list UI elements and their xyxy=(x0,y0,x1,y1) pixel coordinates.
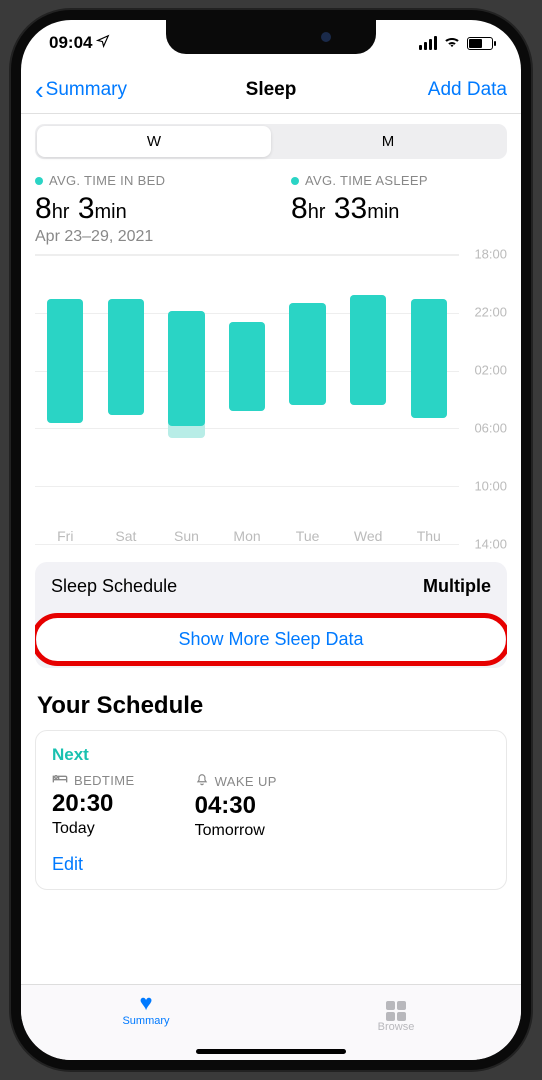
your-schedule-heading: Your Schedule xyxy=(37,692,505,720)
bed-icon xyxy=(52,773,68,788)
schedule-card: Next BEDTIME 20:30 Today xyxy=(35,730,507,890)
sleep-chart[interactable]: 18:0022:0002:0006:0010:0014:00 FriSatSun… xyxy=(35,254,507,544)
edit-schedule-button[interactable]: Edit xyxy=(52,854,490,875)
asleep-min: 33 xyxy=(334,192,367,225)
inbed-min: 3 xyxy=(78,192,95,225)
wakeup-block: WAKE UP 04:30 Tomorrow xyxy=(195,773,277,840)
date-range: Apr 23–29, 2021 xyxy=(35,228,507,246)
back-button[interactable]: ‹ Summary xyxy=(35,77,127,103)
bar-asleep xyxy=(350,295,386,404)
wifi-icon xyxy=(443,33,461,53)
status-time: 09:04 xyxy=(49,33,92,53)
add-data-button[interactable]: Add Data xyxy=(428,79,507,101)
bell-icon xyxy=(195,773,209,790)
tab-browse[interactable]: Browse xyxy=(271,991,521,1033)
x-axis-label: Sun xyxy=(156,528,217,544)
page-title: Sleep xyxy=(246,79,297,101)
bar-asleep xyxy=(411,299,447,418)
segment-week[interactable]: W xyxy=(37,126,271,157)
sleep-schedule-title: Sleep Schedule xyxy=(51,576,177,597)
y-axis-label: 22:00 xyxy=(474,305,507,320)
grid-icon xyxy=(271,991,521,1021)
y-axis-label: 06:00 xyxy=(474,421,507,436)
dot-icon xyxy=(35,177,43,185)
home-indicator[interactable] xyxy=(196,1049,346,1054)
segment-month[interactable]: M xyxy=(271,126,505,157)
y-axis-label: 14:00 xyxy=(474,537,507,552)
y-axis-label: 10:00 xyxy=(474,479,507,494)
sleep-schedule-card[interactable]: Sleep Schedule Multiple Show More Sleep … xyxy=(35,562,507,668)
wake-sub: Tomorrow xyxy=(195,822,277,840)
bedtime-sub: Today xyxy=(52,820,135,838)
dot-icon xyxy=(291,177,299,185)
battery-icon xyxy=(467,37,493,50)
bar-asleep xyxy=(289,303,325,404)
location-icon xyxy=(96,33,110,53)
next-label: Next xyxy=(52,745,490,765)
stat-time-in-bed: AVG. TIME IN BED 8hr 3min xyxy=(35,173,251,226)
bedtime-label: BEDTIME xyxy=(74,773,135,788)
bar-asleep xyxy=(47,299,83,423)
bar-asleep xyxy=(168,311,204,426)
bar-asleep xyxy=(108,299,144,415)
bedtime-block: BEDTIME 20:30 Today xyxy=(52,773,135,840)
y-axis-label: 02:00 xyxy=(474,363,507,378)
wake-value: 04:30 xyxy=(195,792,277,820)
x-axis-label: Thu xyxy=(398,528,459,544)
stat-time-asleep: AVG. TIME ASLEEP 8hr 33min xyxy=(291,173,507,226)
y-axis-label: 18:00 xyxy=(474,247,507,262)
heart-icon: ♥ xyxy=(21,991,271,1015)
sleep-schedule-value: Multiple xyxy=(423,576,491,597)
x-axis-label: Fri xyxy=(35,528,96,544)
x-axis-label: Wed xyxy=(338,528,399,544)
bedtime-value: 20:30 xyxy=(52,790,135,818)
tab-summary[interactable]: ♥ Summary xyxy=(21,991,271,1027)
nav-bar: ‹ Summary Sleep Add Data xyxy=(21,66,521,114)
chevron-left-icon: ‹ xyxy=(35,77,44,103)
tab-browse-label: Browse xyxy=(271,1021,521,1033)
stat-label-inbed: AVG. TIME IN BED xyxy=(49,173,165,188)
x-axis-label: Sat xyxy=(96,528,157,544)
tab-summary-label: Summary xyxy=(21,1015,271,1027)
cellular-icon xyxy=(419,36,437,50)
x-axis-label: Tue xyxy=(277,528,338,544)
back-label: Summary xyxy=(46,79,127,101)
show-more-sleep-data-button[interactable]: Show More Sleep Data xyxy=(37,617,505,662)
inbed-hr: 8 xyxy=(35,192,52,225)
segmented-control: W M xyxy=(35,124,507,159)
stat-label-asleep: AVG. TIME ASLEEP xyxy=(305,173,428,188)
bar-asleep xyxy=(229,322,265,411)
x-axis-label: Mon xyxy=(217,528,278,544)
wake-label: WAKE UP xyxy=(215,774,277,789)
asleep-hr: 8 xyxy=(291,192,308,225)
